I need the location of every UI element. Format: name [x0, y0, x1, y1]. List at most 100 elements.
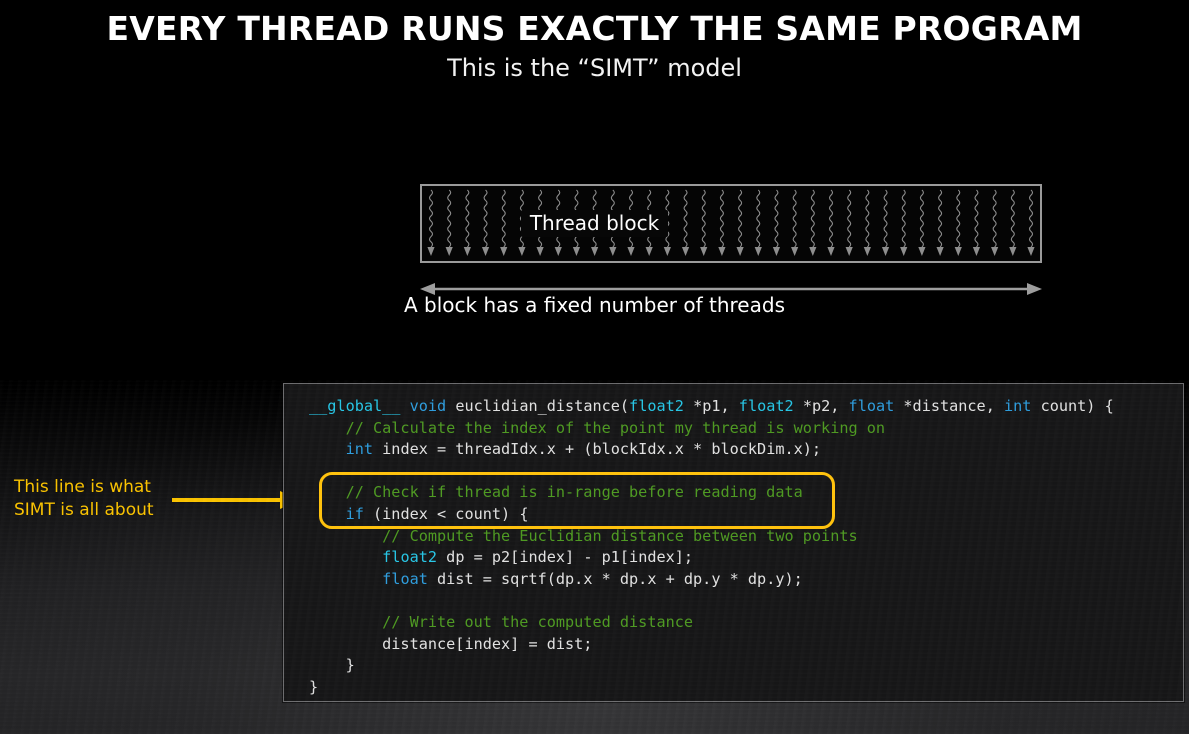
code-line: __global__ void euclidian_distance(float… [309, 396, 1177, 418]
thread-squiggle [975, 190, 978, 247]
diagram-caption: A block has a fixed number of threads [0, 293, 1189, 317]
code-line: float2 dp = p2[index] - p1[index]; [309, 547, 1177, 569]
thread-arrowhead [936, 247, 943, 256]
code-token: float [382, 570, 428, 588]
code-token: float2 [382, 548, 437, 566]
thread-arrowhead [882, 247, 889, 256]
thread-squiggle [1030, 190, 1033, 247]
code-token [309, 570, 382, 588]
thread-arrowhead [555, 247, 562, 256]
thread-squiggle [884, 190, 887, 247]
code-line: int index = threadIdx.x + (blockIdx.x * … [309, 439, 1177, 461]
code-token: // Compute the Euclidian distance betwee… [309, 527, 858, 545]
thread-arrowhead [682, 247, 689, 256]
thread-squiggle [993, 190, 996, 247]
thread-squiggle [920, 190, 923, 247]
thread-squiggle [648, 190, 651, 247]
code-line: // Check if thread is in-range before re… [309, 482, 1177, 504]
code-token: dist = sqrtf(dp.x * dp.x + dp.y * dp.y); [428, 570, 803, 588]
thread-arrowhead [864, 247, 871, 256]
code-line: // Write out the computed distance [309, 612, 1177, 634]
code-block: __global__ void euclidian_distance(float… [309, 396, 1177, 698]
thread-block-diagram [420, 184, 1042, 263]
thread-squiggle [466, 190, 469, 247]
thread-arrowhead [773, 247, 780, 256]
code-token [309, 548, 382, 566]
code-token: euclidian_distance( [446, 397, 629, 415]
thread-arrowhead [446, 247, 453, 256]
slide-canvas: EVERY THREAD RUNS EXACTLY THE SAME PROGR… [0, 0, 1189, 734]
thread-arrowhead [627, 247, 634, 256]
thread-arrowhead [809, 247, 816, 256]
code-line: // Calculate the index of the point my t… [309, 418, 1177, 440]
thread-arrowhead [700, 247, 707, 256]
thread-arrowhead [1027, 247, 1034, 256]
thread-squiggle [430, 190, 433, 247]
code-line: if (index < count) { [309, 504, 1177, 526]
code-line: float dist = sqrtf(dp.x * dp.x + dp.y * … [309, 569, 1177, 591]
thread-squiggle [775, 190, 778, 247]
thread-squiggle [739, 190, 742, 247]
code-token: // Write out the computed distance [309, 613, 693, 631]
thread-arrowhead [427, 247, 434, 256]
code-token [309, 440, 346, 458]
thread-squiggle [848, 190, 851, 247]
thread-arrowhead [646, 247, 653, 256]
thread-squiggle [902, 190, 905, 247]
code-token: int [1004, 397, 1031, 415]
thread-squiggle [539, 190, 542, 247]
thread-squiggle [939, 190, 942, 247]
thread-arrowhead [464, 247, 471, 256]
thread-squiggle [811, 190, 814, 247]
code-token: dp = p2[index] - p1[index]; [437, 548, 693, 566]
thread-squiggle [611, 190, 614, 247]
code-line [309, 461, 1177, 483]
code-token: void [410, 397, 447, 415]
code-token [309, 505, 346, 523]
code-token: float2 [629, 397, 684, 415]
thread-squiggle [866, 190, 869, 247]
code-token: *p1, [684, 397, 739, 415]
thread-arrowhead [482, 247, 489, 256]
thread-arrowhead [518, 247, 525, 256]
thread-arrowhead [664, 247, 671, 256]
code-token: if [346, 505, 364, 523]
thread-arrowhead [955, 247, 962, 256]
code-line: distance[index] = dist; [309, 634, 1177, 656]
thread-arrowhead [500, 247, 507, 256]
thread-arrowhead [755, 247, 762, 256]
thread-squiggle [757, 190, 760, 247]
thread-squiggle [720, 190, 723, 247]
code-token: (index < count) { [364, 505, 529, 523]
annotation-line-2: SIMT is all about [14, 499, 174, 522]
thread-squiggle [684, 190, 687, 247]
code-token: int [346, 440, 373, 458]
thread-squiggle [448, 190, 451, 247]
code-line [309, 590, 1177, 612]
code-token: // Calculate the index of the point my t… [309, 419, 885, 437]
thread-squiggle [702, 190, 705, 247]
thread-arrowhead [591, 247, 598, 256]
thread-arrowhead [900, 247, 907, 256]
code-token: *distance, [894, 397, 1004, 415]
code-token: float2 [739, 397, 794, 415]
annotation-callout: This line is what SIMT is all about [14, 476, 174, 522]
thread-squiggle [666, 190, 669, 247]
thread-arrowhead [736, 247, 743, 256]
thread-squiggle [502, 190, 505, 247]
code-line: } [309, 655, 1177, 677]
thread-squiggle [593, 190, 596, 247]
thread-squiggle [575, 190, 578, 247]
thread-arrowhead [846, 247, 853, 256]
code-token: } [309, 656, 355, 674]
code-token: } [309, 678, 318, 696]
thread-squiggle [520, 190, 523, 247]
code-token: // Check if thread is in-range before re… [309, 483, 803, 501]
thread-squiggle [830, 190, 833, 247]
thread-squiggle [557, 190, 560, 247]
annotation-line-1: This line is what [14, 476, 174, 499]
thread-squiggle [1011, 190, 1014, 247]
thread-squiggle [484, 190, 487, 247]
code-token: count) { [1031, 397, 1113, 415]
thread-arrowhead [609, 247, 616, 256]
